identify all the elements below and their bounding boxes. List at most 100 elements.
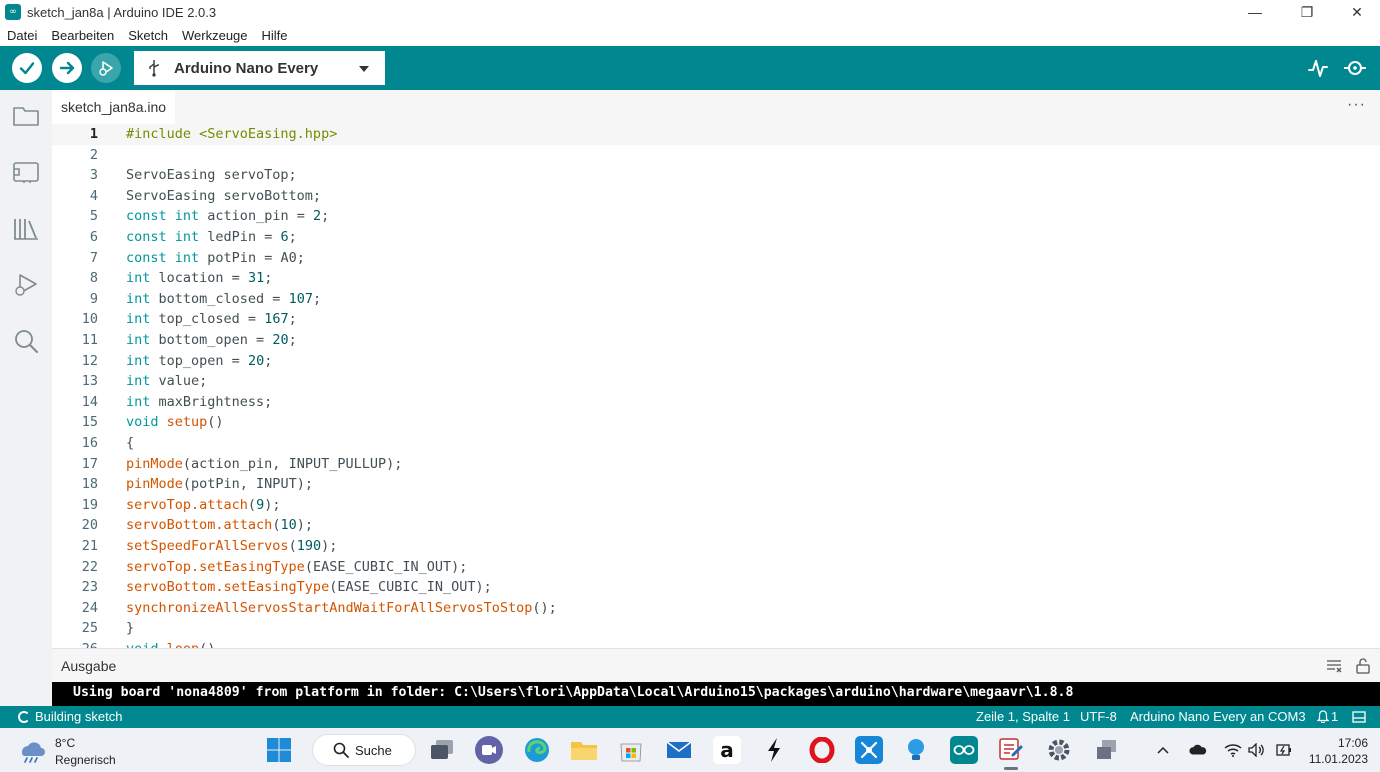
notifications[interactable]: 1 — [1317, 709, 1338, 724]
arduino-taskbar-icon[interactable] — [950, 736, 978, 764]
search-label: Suche — [355, 742, 392, 758]
folder-icon[interactable] — [11, 101, 41, 131]
code-line[interactable]: 15 void setup() — [52, 412, 1380, 433]
code-line[interactable]: 4 ServoEasing servoBottom; — [52, 186, 1380, 207]
taskbar-search[interactable]: Suche — [312, 734, 416, 766]
code-line[interactable]: 3 ServoEasing servoTop; — [52, 165, 1380, 186]
debug-button[interactable] — [91, 53, 121, 83]
teams-chat-icon[interactable] — [475, 736, 503, 764]
code-token: servoBottom.setEasingType — [126, 579, 330, 596]
board-port[interactable]: Arduino Nano Every an COM3 — [1130, 709, 1306, 724]
code-line[interactable]: 20 servoBottom.attach(10); — [52, 515, 1380, 536]
code-line[interactable]: 5 const int action_pin = 2; — [52, 206, 1380, 227]
battery-icon[interactable] — [1275, 741, 1293, 759]
mail-icon[interactable] — [665, 736, 693, 764]
code-line[interactable]: 11 int bottom_open = 20; — [52, 330, 1380, 351]
code-line[interactable]: 19 servoTop.attach(9); — [52, 495, 1380, 516]
code-line[interactable]: 1 #include <ServoEasing.hpp> — [52, 124, 1380, 145]
debug-icon[interactable] — [11, 270, 41, 300]
line-number: 15 — [81, 414, 98, 431]
wifi-icon[interactable] — [1224, 741, 1242, 759]
code-token: int — [126, 311, 151, 328]
search-icon[interactable] — [11, 326, 41, 356]
checkmark-icon — [19, 62, 35, 75]
amazon-icon[interactable]: a — [713, 736, 741, 764]
file-explorer-icon[interactable] — [570, 736, 598, 764]
spinner-icon — [18, 710, 30, 723]
settings-gear-icon[interactable] — [1045, 736, 1073, 764]
clear-output-icon[interactable] — [1326, 658, 1342, 674]
onedrive-cloud-icon[interactable] — [1189, 741, 1207, 759]
windows-start-icon[interactable] — [265, 736, 293, 764]
code-line[interactable]: 22 servoTop.setEasingType(EASE_CUBIC_IN_O… — [52, 557, 1380, 578]
library-icon[interactable] — [11, 214, 41, 244]
serial-monitor-button[interactable] — [1343, 56, 1367, 80]
maximize-button[interactable]: ❐ — [1284, 0, 1330, 24]
board-name: Arduino Nano Every — [174, 59, 319, 77]
paint-editor-icon[interactable] — [997, 736, 1025, 764]
plotter-icon — [1308, 60, 1328, 77]
code-token: ; — [321, 208, 330, 225]
menu-hilfe[interactable]: Hilfe — [255, 28, 295, 43]
menu-werkzeuge[interactable]: Werkzeuge — [175, 28, 255, 43]
verify-button[interactable] — [12, 53, 42, 83]
code-token: ; — [288, 332, 297, 348]
code-line[interactable]: 23 servoBottom.setEasingType(EASE_CUBIC_I… — [52, 577, 1380, 598]
system-clock[interactable]: 17:06 11.01.2023 — [1309, 735, 1368, 767]
code-line[interactable]: 26 void loop() — [52, 639, 1380, 648]
menu-datei[interactable]: Datei — [0, 28, 44, 43]
code-line[interactable]: 10 int top_closed = 167; — [52, 309, 1380, 330]
layout-panel-icon[interactable] — [1352, 711, 1366, 726]
code-token: synchronizeAllServosStartAndWaitForAllSe… — [126, 599, 533, 616]
close-button[interactable]: ✕ — [1334, 0, 1380, 24]
tab-sketch-file[interactable]: sketch_jan8a.ino — [52, 90, 176, 124]
line-number: 1 — [89, 126, 98, 142]
microsoft-store-icon[interactable] — [617, 736, 645, 764]
code-line[interactable]: 6 const int ledPin = 6; — [52, 227, 1380, 248]
opera-browser-icon[interactable] — [808, 736, 836, 764]
code-text: synchronizeAllServosStartAndWaitForAllSe… — [126, 598, 557, 619]
code-line[interactable]: 13 int value; — [52, 371, 1380, 392]
tips-lightbulb-icon[interactable] — [902, 736, 930, 764]
editor-tab-bar: sketch_jan8a.ino ··· — [52, 90, 1380, 124]
menu-bearbeiten[interactable]: Bearbeiten — [44, 28, 121, 43]
code-token: ServoEasing servoBottom; — [126, 187, 322, 204]
serial-plotter-button[interactable] — [1306, 56, 1330, 80]
show-hidden-icons-chevron-up-icon[interactable] — [1154, 741, 1172, 759]
edge-browser-icon[interactable] — [523, 736, 551, 764]
line-number: 2 — [89, 146, 98, 163]
menu-sketch[interactable]: Sketch — [121, 28, 175, 43]
code-line[interactable]: 25} — [52, 618, 1380, 639]
unlock-icon[interactable] — [1355, 658, 1371, 674]
virtual-machine-icon[interactable] — [1093, 736, 1121, 764]
code-token: ledPin = — [199, 229, 281, 245]
code-line[interactable]: 18 pinMode(potPin, INPUT); — [52, 474, 1380, 495]
line-number: 22 — [81, 558, 98, 575]
code-token: ; — [312, 290, 322, 307]
rain-cloud-icon — [21, 742, 45, 763]
output-console[interactable]: Using board 'nona4809' from platform in … — [52, 682, 1380, 706]
more-options-icon[interactable]: ··· — [1347, 96, 1366, 114]
snipping-tool-icon[interactable] — [855, 736, 883, 764]
code-line[interactable]: 7 const int potPin = A0; — [52, 248, 1380, 269]
code-line[interactable]: 9 int bottom_closed = 107; — [52, 289, 1380, 310]
code-line[interactable]: 21 setSpeedForAllServos(190); — [52, 536, 1380, 557]
code-line[interactable]: 16 { — [52, 433, 1380, 454]
board-selector[interactable]: Arduino Nano Every — [134, 51, 385, 85]
code-line[interactable]: 17 pinMode(action_pin, INPUT_PULLUP); — [52, 454, 1380, 475]
volume-icon[interactable] — [1248, 741, 1266, 759]
code-line[interactable]: 2 — [52, 145, 1380, 166]
code-line[interactable]: 8 int location = 31; — [52, 268, 1380, 289]
code-line[interactable]: 24 synchronizeAllServosStartAndWaitForAll… — [52, 598, 1380, 619]
minimize-button[interactable]: — — [1232, 0, 1278, 24]
task-view-icon[interactable] — [428, 736, 456, 764]
code-line[interactable]: 12 int top_open = 20; — [52, 351, 1380, 372]
quick-launch-icon[interactable] — [760, 736, 788, 764]
code-line[interactable]: 14 int maxBrightness; — [52, 392, 1380, 413]
line-number: 6 — [89, 229, 98, 245]
upload-button[interactable] — [52, 53, 82, 83]
code-token: 2 — [312, 208, 322, 225]
sidebar — [0, 90, 52, 706]
code-editor[interactable]: 1 #include <ServoEasing.hpp> 2 3 ServoEasing… — [52, 124, 1380, 648]
board-manager-icon[interactable] — [11, 157, 41, 187]
